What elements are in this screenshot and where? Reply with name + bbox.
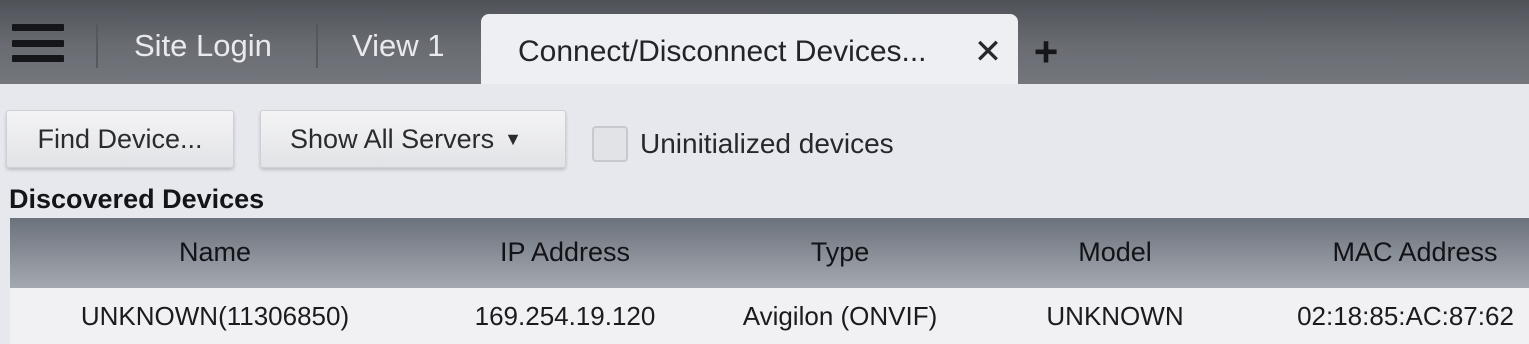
table-row[interactable]: UNKNOWN(11306850) 169.254.19.120 Avigilo… [10,288,1529,344]
column-header-model[interactable]: Model [1050,232,1180,272]
plus-icon[interactable]: + [1026,31,1066,73]
tab-divider [316,24,318,68]
tab-view-1[interactable]: View 1 [352,24,445,68]
tab-divider [96,24,98,68]
table-header: Name IP Address Type Model MAC Address [10,218,1529,288]
menu-icon[interactable] [12,24,64,62]
close-icon[interactable]: ✕ [970,34,1006,70]
connect-devices-panel: Find Device... Show All Servers ▼ Uniniti… [0,84,1529,344]
find-device-button[interactable]: Find Device... [6,110,234,168]
tab-bar: Site Login View 1 Connect/Disconnect Dev… [0,0,1529,86]
tab-label: Connect/Disconnect Devices... [518,35,927,68]
cell-name: UNKNOWN(11306850) [80,301,350,331]
column-header-mac-address[interactable]: MAC Address [1310,232,1520,272]
column-header-ip-address[interactable]: IP Address [450,232,680,272]
chevron-down-icon: ▼ [504,129,522,149]
section-title: Discovered Devices [9,184,265,214]
cell-type: Avigilon (ONVIF) [742,301,938,331]
cell-model: UNKNOWN [1046,301,1184,331]
tab-site-login[interactable]: Site Login [134,24,272,68]
tab-connect-disconnect-devices[interactable]: Connect/Disconnect Devices... ✕ [481,14,1018,86]
cell-ip-address: 169.254.19.120 [474,301,656,331]
column-header-type[interactable]: Type [780,232,900,272]
cell-mac-address: 02:18:85:AC:87:62 [1297,301,1514,331]
column-header-name[interactable]: Name [120,232,310,272]
show-all-servers-dropdown[interactable]: Show All Servers ▼ [260,110,566,168]
uninitialized-devices-label: Uninitialized devices [640,128,894,159]
dropdown-label: Show All Servers [290,124,495,154]
uninitialized-devices-checkbox[interactable] [592,126,628,162]
